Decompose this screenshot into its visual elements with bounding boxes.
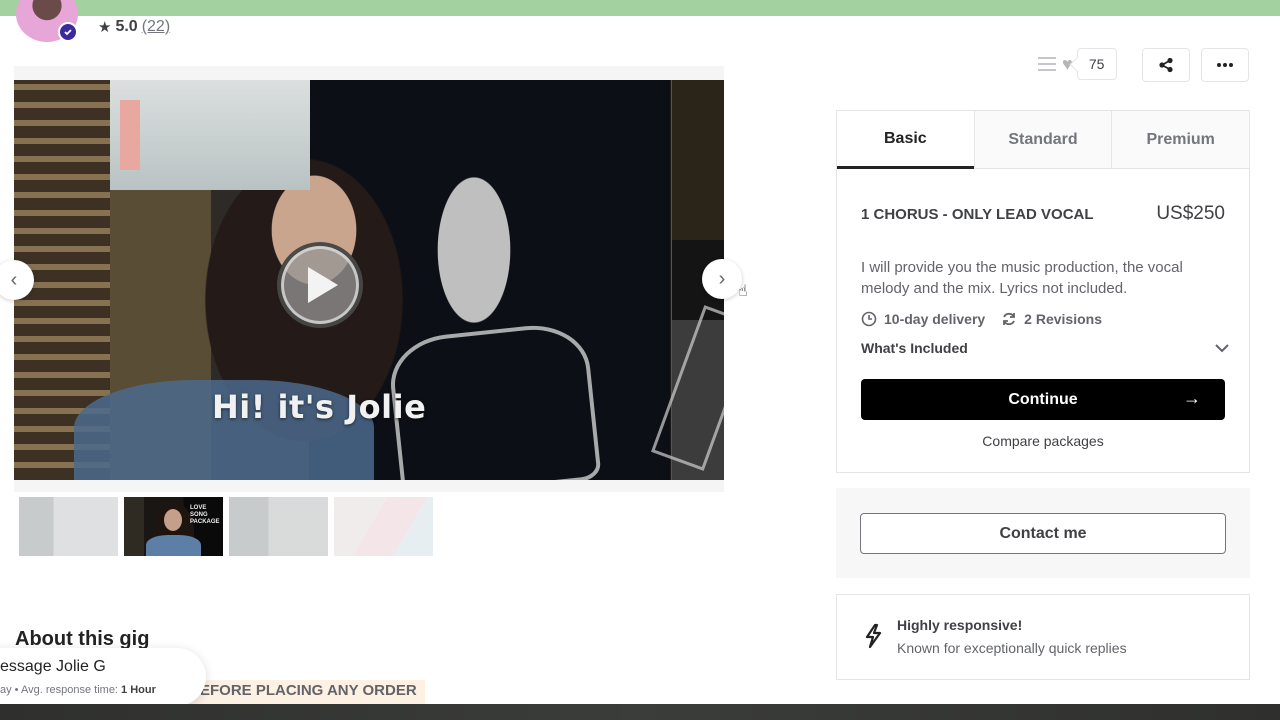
list-icon[interactable] (1038, 57, 1056, 71)
contact-card: Contact me (836, 488, 1250, 578)
gig-actions: ♥ 75 (1038, 48, 1117, 80)
contact-me-button[interactable]: Contact me (860, 513, 1226, 554)
arrow-right-icon: → (1183, 388, 1201, 408)
share-button[interactable] (1142, 48, 1190, 82)
thumbnail-2[interactable]: LOVE SONG PACKAGE (124, 497, 223, 556)
thumb-face (164, 509, 182, 531)
gallery-main-video[interactable]: Hi! it's Jolie (14, 80, 724, 480)
hand-cursor-icon: ☝ (738, 283, 748, 300)
clock-icon (861, 311, 877, 327)
response-time-label: ay • Avg. response time: (0, 684, 122, 696)
about-notice: EFORE PLACING ANY ORDER (180, 680, 425, 704)
package-header: 1 CHORUS - ONLY LEAD VOCAL US$250 (861, 203, 1225, 225)
whats-included-label: What's Included (861, 340, 968, 356)
package-meta: 10-day delivery 2 Revisions (861, 311, 1102, 327)
gallery-thumbnails: LOVE SONG PACKAGE (19, 497, 433, 556)
responsive-card: Highly responsive! Known for exceptional… (836, 594, 1250, 680)
tab-premium[interactable]: Premium (1111, 111, 1250, 168)
verified-badge-icon (58, 22, 78, 42)
refresh-icon (1003, 312, 1016, 326)
seller-rating: ★ 5.0 (22) (98, 18, 170, 36)
responsive-title: Highly responsive! (897, 617, 1023, 633)
play-button[interactable] (277, 242, 363, 328)
tab-basic[interactable]: Basic (837, 111, 974, 169)
delivery-time: 10-day delivery (861, 311, 985, 327)
continue-button[interactable]: Continue → (861, 379, 1225, 420)
thumbnail-4[interactable] (334, 497, 433, 556)
package-description: I will provide you the music production,… (861, 259, 1183, 297)
compare-packages-link[interactable]: Compare packages (837, 433, 1249, 449)
play-icon (308, 267, 338, 303)
package-tabs: Basic Standard Premium (837, 111, 1250, 169)
monitor-bg (110, 80, 310, 190)
response-time-value: 1 Hour (121, 684, 156, 696)
gallery-next-button[interactable]: › (702, 259, 742, 299)
whats-included-toggle[interactable]: What's Included (861, 340, 1229, 356)
video-slide: Hi! it's Jolie (14, 80, 670, 480)
package-price: US$250 (1156, 203, 1225, 224)
package-card: Basic Standard Premium 1 CHORUS - ONLY L… (836, 110, 1250, 473)
thumbnail-3[interactable] (229, 497, 328, 556)
review-count-link[interactable]: (22) (142, 18, 170, 36)
thumbnail-1[interactable] (19, 497, 118, 556)
share-icon (1159, 57, 1173, 73)
continue-label: Continue (1008, 390, 1078, 408)
more-icon (1217, 63, 1233, 67)
thumbnail-label: LOVE SONG PACKAGE (190, 505, 220, 525)
package-name: 1 CHORUS - ONLY LEAD VOCAL (861, 206, 1094, 223)
more-options-button[interactable] (1201, 48, 1249, 82)
lightning-icon (865, 623, 882, 649)
tab-standard[interactable]: Standard (973, 111, 1112, 168)
message-seller-pill[interactable]: essage Jolie G ay • Avg. response time: … (0, 648, 206, 706)
message-seller-title: essage Jolie G (0, 658, 106, 675)
rating-score: 5.0 (115, 18, 138, 35)
responsive-subtitle: Known for exceptionally quick replies (897, 640, 1127, 656)
revisions: 2 Revisions (1001, 311, 1102, 327)
top-banner (0, 0, 1280, 16)
video-caption: Hi! it's Jolie (212, 388, 427, 426)
bottom-bar (0, 704, 1280, 720)
chevron-down-icon (1215, 343, 1229, 352)
saved-count: 75 (1076, 48, 1117, 80)
revisions-label: 2 Revisions (1024, 311, 1102, 327)
chevron-left-icon: ‹ (10, 268, 18, 291)
chevron-right-icon: › (718, 267, 726, 290)
delivery-label: 10-day delivery (884, 311, 986, 327)
response-time: ay • Avg. response time: 1 Hour (0, 684, 156, 696)
thumb-jacket (146, 535, 201, 556)
star-icon: ★ (98, 19, 112, 36)
